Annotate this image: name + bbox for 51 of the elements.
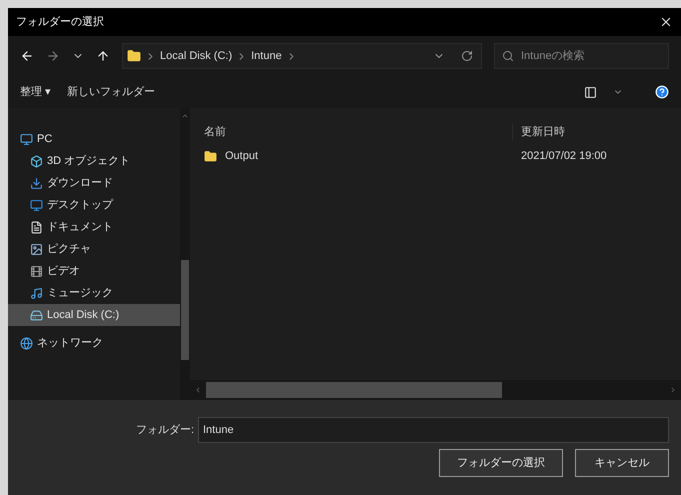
download-icon <box>30 176 43 190</box>
drive-icon <box>30 308 43 322</box>
close-icon[interactable] <box>659 15 673 29</box>
folder-label: フォルダー: <box>136 422 194 438</box>
breadcrumb-item[interactable]: Local Disk (C:) <box>160 48 232 64</box>
sidebar-item[interactable]: ダウンロード <box>8 172 180 194</box>
modified-date: 2021/07/02 19:00 <box>520 148 607 164</box>
scroll-up-icon[interactable] <box>181 112 189 120</box>
sidebar-item[interactable]: ビデオ <box>8 260 180 282</box>
search-icon <box>502 50 514 62</box>
globe-icon <box>20 336 33 350</box>
address-field[interactable]: Local Disk (C:) Intune <box>122 43 482 69</box>
back-icon[interactable] <box>20 49 34 63</box>
music-note-icon <box>30 286 43 300</box>
document-icon <box>30 220 43 234</box>
sidebar-item[interactable]: ミュージック <box>8 282 180 304</box>
sidebar-item[interactable]: PC <box>8 128 180 150</box>
sidebar-item[interactable]: 3D オブジェクト <box>8 150 180 172</box>
folder-input[interactable]: Intune <box>198 417 669 443</box>
desktop-icon <box>30 198 43 212</box>
dialog-button[interactable]: フォルダーの選択 <box>439 449 563 477</box>
sidebar-item[interactable]: デスクトップ <box>8 194 180 216</box>
toolbar-button[interactable]: 新しいフォルダー <box>67 84 156 100</box>
view-icon[interactable] <box>584 86 597 98</box>
file-row[interactable]: Output 2021/07/02 19:00 <box>190 144 681 168</box>
window-title: フォルダーの選択 <box>16 14 104 30</box>
search-field[interactable]: Intuneの検索 <box>494 43 669 69</box>
sidebar-item[interactable]: ドキュメント <box>8 216 180 238</box>
file-name: Output <box>225 148 258 164</box>
scrollbar[interactable] <box>180 108 190 400</box>
column-header[interactable]: 更新日時 <box>512 124 565 140</box>
computer-icon <box>20 132 33 146</box>
folder-icon <box>204 150 217 162</box>
scroll-right-icon[interactable] <box>669 386 677 394</box>
column-header[interactable]: 名前 <box>190 124 512 140</box>
up-icon[interactable] <box>96 49 110 63</box>
dialog-button[interactable]: キャンセル <box>575 449 669 477</box>
refresh-icon[interactable] <box>461 50 473 62</box>
sidebar-item[interactable]: Local Disk (C:) <box>8 304 180 326</box>
help-icon[interactable] <box>655 85 669 99</box>
toolbar-button[interactable]: 整理 ▾ <box>20 84 52 100</box>
folder-icon <box>127 49 141 63</box>
picture-icon <box>30 242 43 256</box>
sidebar-item[interactable]: ピクチャ <box>8 238 180 260</box>
breadcrumb-item[interactable]: Intune <box>251 48 282 64</box>
forward-icon[interactable] <box>46 49 60 63</box>
horizontal-scrollbar[interactable] <box>190 380 681 400</box>
scroll-left-icon[interactable] <box>194 386 202 394</box>
film-icon <box>30 264 43 278</box>
cube-icon <box>30 154 43 168</box>
sidebar-item[interactable]: ネットワーク <box>8 332 180 354</box>
